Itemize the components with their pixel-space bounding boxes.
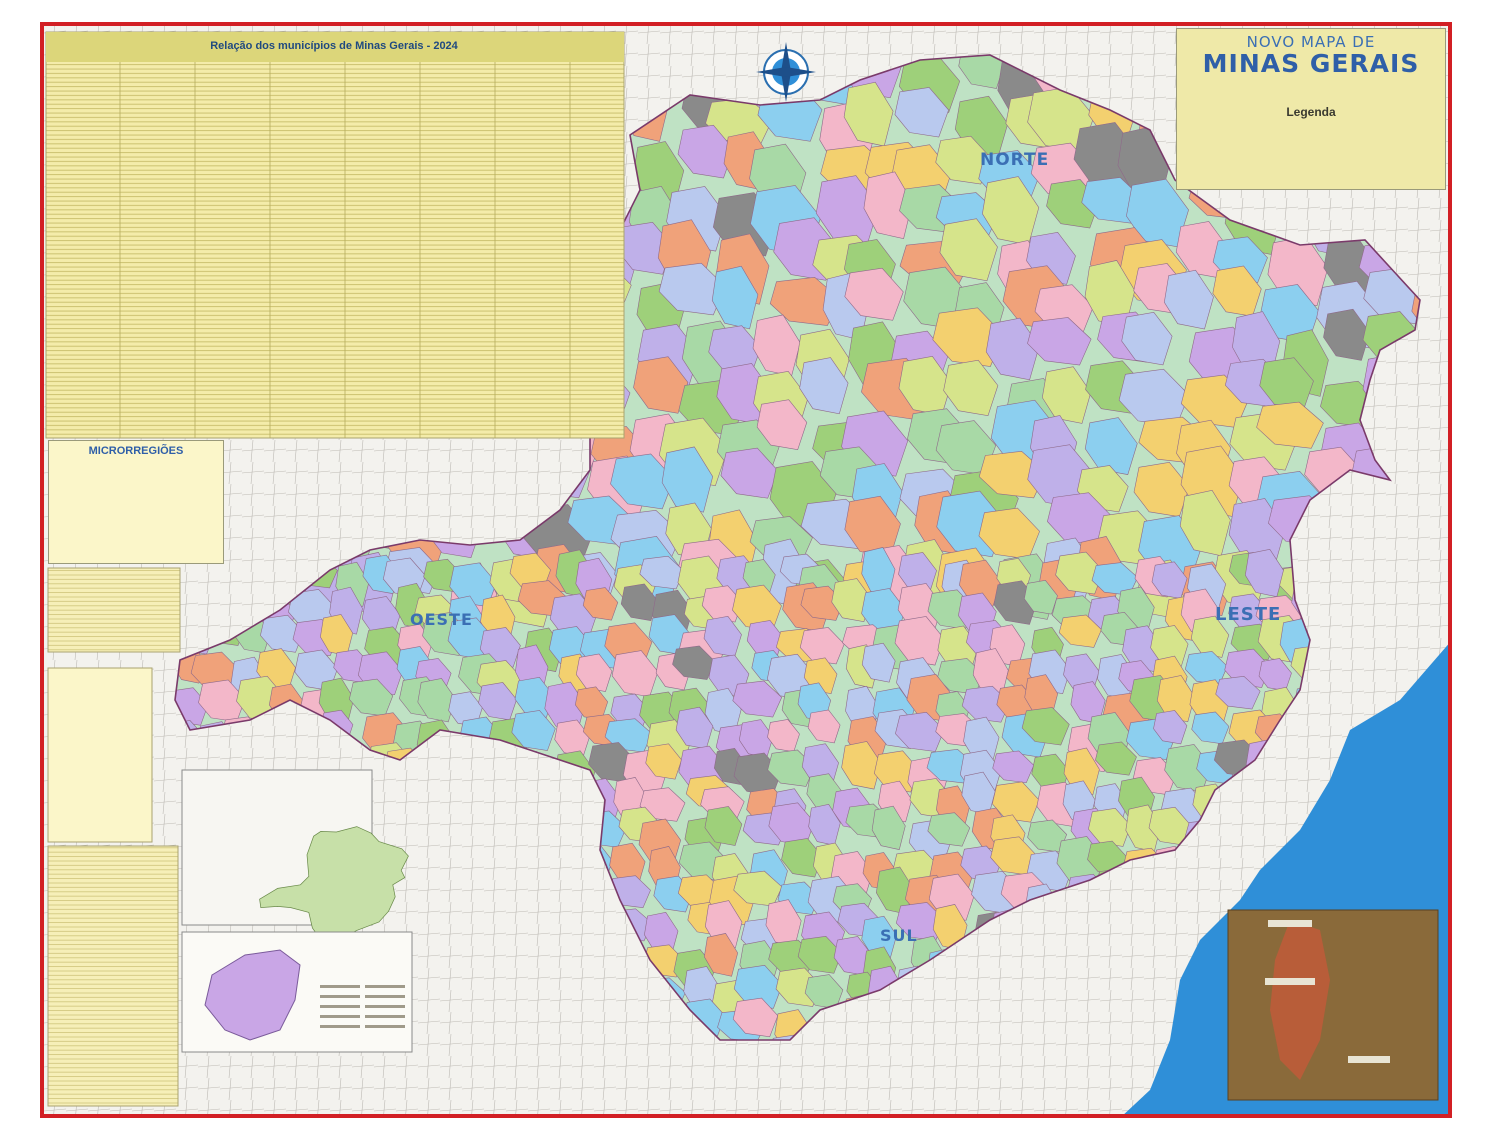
legend-heading: Legenda bbox=[1286, 105, 1336, 119]
region-label-norte: NORTE bbox=[980, 150, 1050, 170]
photo-panel-label bbox=[1348, 1056, 1390, 1063]
municipal-legend-box bbox=[47, 667, 153, 843]
region-label-oeste: OESTE bbox=[410, 610, 473, 629]
photo-panel-label bbox=[1268, 920, 1312, 927]
list-box-left bbox=[47, 567, 181, 653]
municipalities-table-title: Relação dos municípios de Minas Gerais -… bbox=[210, 40, 458, 52]
photo-panel-label bbox=[1265, 978, 1315, 985]
region-label-leste: LESTE bbox=[1215, 604, 1282, 625]
microregions-title: MICRORREGIÕES bbox=[88, 445, 184, 457]
region-label-sul: SUL bbox=[880, 926, 918, 945]
list-box-lower bbox=[47, 845, 179, 1107]
microregions-box: MICRORREGIÕES bbox=[48, 440, 224, 564]
municipalities-table bbox=[45, 31, 625, 439]
photo-panel bbox=[1227, 909, 1439, 1101]
map-title-line2: MINAS GERAIS bbox=[1202, 49, 1420, 78]
title-block: NOVO MAPA DE MINAS GERAIS Legenda bbox=[1176, 28, 1446, 190]
